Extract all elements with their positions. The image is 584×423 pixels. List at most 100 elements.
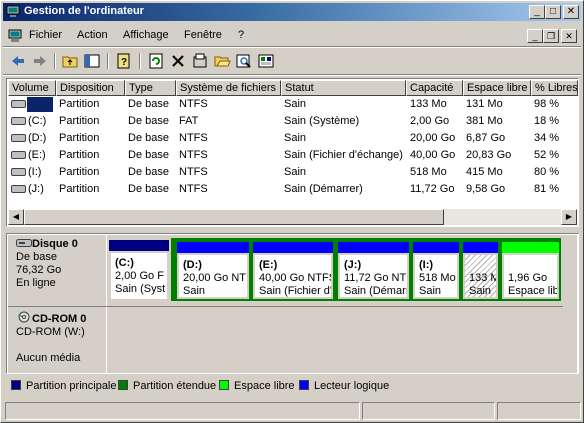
partition-status: Sain (Démarı xyxy=(344,285,407,297)
table-cell: Partition xyxy=(59,98,100,110)
menu-help[interactable]: ? xyxy=(238,29,244,41)
partition-size: 1,96 Go xyxy=(508,272,548,284)
legend-extended: Partition étendue xyxy=(118,380,216,392)
menu-affichage[interactable]: Affichage xyxy=(123,29,169,41)
close-icon: ✕ xyxy=(566,6,576,17)
table-cell: Sain xyxy=(284,132,307,144)
table-cell: 2,00 Go xyxy=(410,115,450,127)
partition-color-bar xyxy=(177,242,249,253)
mdi-close-button[interactable]: ✕ xyxy=(561,29,577,43)
column-header-volume[interactable]: Volume xyxy=(8,80,56,96)
table-row[interactable]: (E:) Partition De base NTFS Sain (Fichier d'… xyxy=(8,147,578,164)
cdrom0-info[interactable]: CD-ROM 0 CD-ROM (W:) Aucun média xyxy=(8,308,106,373)
row-divider xyxy=(8,306,563,307)
delete-icon[interactable] xyxy=(169,52,187,70)
table-cell: 40,00 Go xyxy=(410,149,456,161)
partition-block[interactable]: (I:) 518 Mo Sain xyxy=(413,242,459,299)
table-cell: 11,72 Go xyxy=(410,183,455,195)
table-row[interactable]: (C:) Partition De base FAT Sain (Système) 2,0… xyxy=(8,113,578,130)
window: Gestion de l'ordinateur _ □ ✕ Fichier Ac… xyxy=(0,0,584,423)
table-cell: 9,58 Go xyxy=(466,183,506,195)
partition-block[interactable]: (J:) 11,72 Go NT Sain (Démarı xyxy=(338,242,409,299)
partition-block[interactable]: 133 MSain xyxy=(463,242,498,299)
column-header-status[interactable]: Statut xyxy=(281,80,406,96)
scroll-thumb[interactable] xyxy=(24,209,444,225)
up-folder-icon[interactable] xyxy=(61,52,79,70)
table-row[interactable]: Partition De base NTFS Sain 133 Mo 131 Mo 98 % xyxy=(8,96,578,113)
partition-block[interactable]: (C:) 2,00 Go F Sain (Syst xyxy=(109,240,169,301)
table-cell: 98 % xyxy=(534,98,560,110)
legend-primary: Partition principale xyxy=(11,380,117,392)
menu-action[interactable]: Action xyxy=(77,29,108,41)
disk-properties-icon[interactable] xyxy=(257,52,275,70)
mdi-system-menu-icon[interactable] xyxy=(7,28,23,44)
pane-splitter[interactable] xyxy=(3,229,581,232)
column-header-disposition[interactable]: Disposition xyxy=(56,80,125,96)
cdrom0-title-row: CD-ROM 0 xyxy=(16,311,106,326)
partition-block[interactable]: (E:) 40,00 Go NTFS Sain (Fichier d' xyxy=(253,242,333,299)
mdi-restore-button[interactable]: ❐ xyxy=(543,29,559,43)
status-pane-3 xyxy=(497,402,581,420)
column-header-filesystem[interactable]: Système de fichiers xyxy=(176,80,281,96)
partition-status: Sain xyxy=(419,285,442,297)
column-header-percent-free[interactable]: % Libres xyxy=(531,80,578,96)
partition-details: (C:) 2,00 Go F Sain (Syst xyxy=(111,253,167,299)
partition-color-bar xyxy=(253,242,333,253)
forward-arrow-icon[interactable] xyxy=(31,52,49,70)
show-hide-tree-icon[interactable] xyxy=(83,52,101,70)
table-cell: Partition xyxy=(59,132,100,144)
partition-color-bar xyxy=(109,240,169,251)
volume-drive-icon xyxy=(11,134,26,142)
minimize-icon: _ xyxy=(534,6,540,17)
partition-block[interactable]: 1,96 Go Espace lib xyxy=(502,242,559,299)
table-row[interactable]: (D:) Partition De base NTFS Sain 20,00 Go 6,87… xyxy=(8,130,578,147)
horizontal-scrollbar[interactable]: ◀ ▶ xyxy=(8,209,577,225)
minimize-button[interactable]: _ xyxy=(529,5,545,19)
table-cell: De base xyxy=(128,132,169,144)
toolbar: ? xyxy=(3,49,581,73)
title-bar[interactable]: Gestion de l'ordinateur _ □ ✕ xyxy=(3,3,581,21)
table-cell: (E:) xyxy=(28,149,46,161)
legend-extended-swatch xyxy=(118,380,128,390)
column-header-capacity[interactable]: Capacité xyxy=(406,80,463,96)
table-cell: Sain xyxy=(284,166,307,178)
mdi-minimize-button[interactable]: _ xyxy=(527,29,543,43)
table-row[interactable]: (J:) Partition De base NTFS Sain (Démarrer) 1… xyxy=(8,181,578,198)
table-cell: Sain (Démarrer) xyxy=(284,183,363,195)
partition-label: (C:) xyxy=(115,257,134,269)
back-arrow-icon[interactable] xyxy=(9,52,27,70)
disk0-name: Disque 0 xyxy=(32,238,78,250)
table-cell: De base xyxy=(128,115,169,127)
column-header-free-space[interactable]: Espace libre xyxy=(463,80,531,96)
table-cell: Partition xyxy=(59,183,100,195)
scroll-left-button[interactable]: ◀ xyxy=(8,209,24,225)
legend-logical-swatch xyxy=(299,380,309,390)
partition-status: Sain (Syst xyxy=(115,283,166,295)
menu-fenetre[interactable]: Fenêtre xyxy=(184,29,222,41)
legend-logical-label: Lecteur logique xyxy=(314,380,390,392)
menu-fichier[interactable]: Fichier xyxy=(29,29,62,41)
volume-drive-icon xyxy=(11,117,26,125)
partition-label xyxy=(469,259,496,272)
table-row[interactable]: (I:) Partition De base NTFS Sain 518 Mo 415 Mo… xyxy=(8,164,578,181)
vertical-scrollbar[interactable] xyxy=(561,235,577,373)
scroll-right-button[interactable]: ▶ xyxy=(561,209,577,225)
open-folder-icon[interactable] xyxy=(213,52,231,70)
legend-primary-swatch xyxy=(11,380,21,390)
search-icon[interactable] xyxy=(235,52,253,70)
disk0-title-row: Disque 0 xyxy=(16,238,106,251)
table-cell: NTFS xyxy=(179,132,208,144)
refresh-icon[interactable] xyxy=(147,52,165,70)
close-button[interactable]: ✕ xyxy=(563,5,579,19)
help-icon[interactable]: ? xyxy=(115,52,133,70)
table-cell: NTFS xyxy=(179,149,208,161)
disk0-type: De base xyxy=(16,251,57,263)
partition-block[interactable]: (D:) 20,00 Go NT Sain xyxy=(177,242,249,299)
maximize-button[interactable]: □ xyxy=(545,5,561,19)
partition-size: 518 Mo xyxy=(419,272,456,284)
properties-icon[interactable] xyxy=(191,52,209,70)
column-header-type[interactable]: Type xyxy=(125,80,176,96)
table-cell: (J:) xyxy=(28,183,44,195)
cdrom0-media: Aucun média xyxy=(16,352,81,364)
window-title: Gestion de l'ordinateur xyxy=(24,5,144,17)
